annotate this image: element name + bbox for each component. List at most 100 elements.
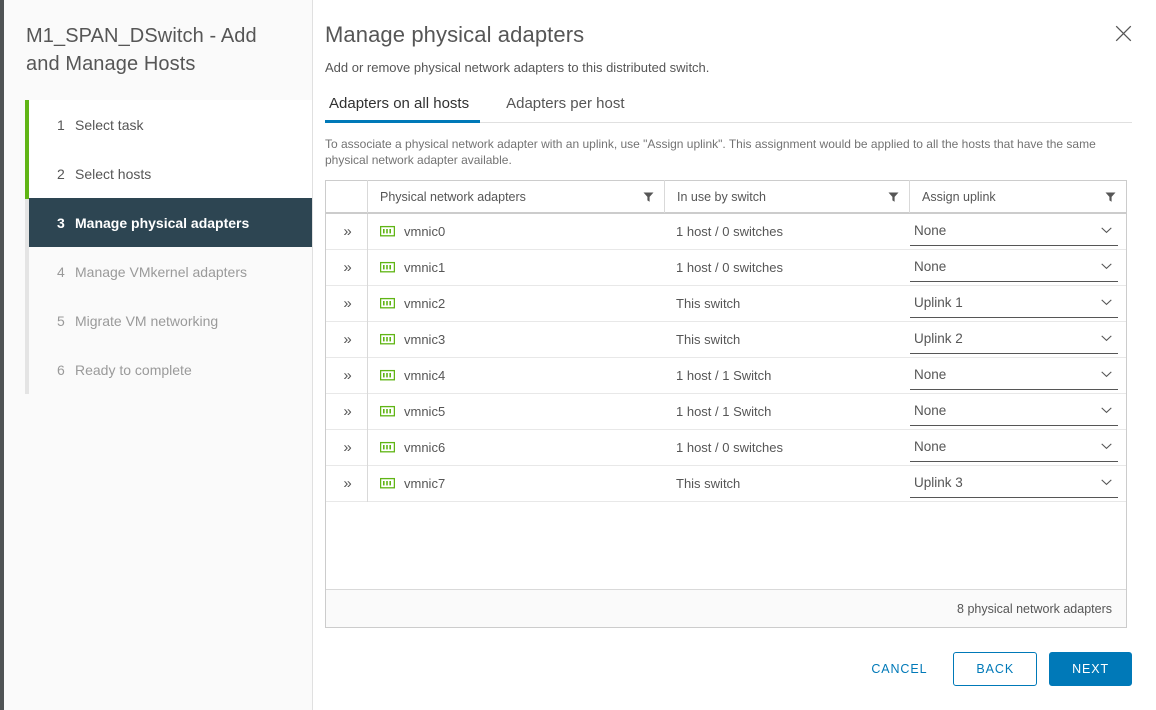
table-row[interactable]: » vmnic6 1 host / 0 switches None — [326, 429, 1128, 466]
table-body: » vmnic0 1 host / 0 switches None » vmni… — [326, 213, 1128, 502]
wizard-actions: CANCEL BACK NEXT — [857, 652, 1132, 686]
expand-row-icon[interactable]: » — [326, 322, 367, 358]
step-number: 4 — [57, 263, 65, 280]
uplink-select[interactable]: Uplink 1 — [910, 290, 1118, 318]
sidebar-step-manage-vmkernel-adapters[interactable]: 4 Manage VMkernel adapters — [29, 247, 312, 296]
expand-row-icon[interactable]: » — [326, 430, 367, 466]
column-header-assign-uplink[interactable]: Assign uplink — [909, 180, 1126, 213]
cell-in-use-by-switch: This switch — [676, 476, 741, 491]
sidebar-step-ready-to-complete[interactable]: 6 Ready to complete — [29, 345, 312, 394]
cell-assign-uplink: None — [909, 430, 1128, 466]
cell-assign-uplink: None — [909, 250, 1128, 286]
wizard-sidebar: M1_SPAN_DSwitch - Add and Manage Hosts 1… — [0, 0, 313, 710]
tab-adapters-per-host[interactable]: Adapters per host — [502, 91, 635, 123]
column-header-in-use-by-switch[interactable]: In use by switch — [664, 180, 909, 213]
panel-header: Manage physical adapters Add or remove p… — [325, 0, 1132, 75]
sidebar-step-migrate-vm-networking[interactable]: 5 Migrate VM networking — [29, 296, 312, 345]
sidebar-step-select-task[interactable]: 1 Select task — [29, 100, 312, 149]
uplink-value: Uplink 2 — [914, 330, 963, 346]
network-adapter-icon — [379, 297, 396, 310]
cell-adapter-name: vmnic5 — [367, 393, 664, 430]
expand-row-icon[interactable]: » — [326, 286, 367, 322]
chevron-down-icon — [1101, 262, 1112, 270]
table-row[interactable]: » vmnic0 1 host / 0 switches None — [326, 213, 1126, 250]
uplink-select[interactable]: Uplink 2 — [910, 326, 1118, 354]
uplink-select[interactable]: None — [910, 434, 1118, 462]
filter-icon[interactable] — [1105, 191, 1116, 202]
table-row[interactable]: » vmnic7 This switch Uplink 3 — [326, 465, 1128, 502]
cell-in-use-by-switch: 1 host / 0 switches — [676, 440, 783, 455]
chevron-down-icon — [1101, 370, 1112, 378]
uplink-select[interactable]: Uplink 3 — [910, 470, 1118, 498]
panel-subtitle: Add or remove physical network adapters … — [325, 60, 710, 75]
cell-adapter-name: vmnic7 — [367, 465, 664, 502]
uplink-select[interactable]: None — [910, 254, 1118, 282]
column-header-expand — [326, 180, 367, 213]
adapter-name: vmnic2 — [404, 296, 446, 311]
cell-assign-uplink: None — [909, 394, 1128, 430]
uplink-select[interactable]: None — [910, 398, 1118, 426]
step-label: Migrate VM networking — [75, 312, 219, 329]
cell-in-use-by-switch: 1 host / 0 switches — [676, 260, 783, 275]
cell-adapter-name: vmnic0 — [367, 213, 664, 250]
filter-icon[interactable] — [888, 191, 899, 202]
network-adapter-icon — [379, 441, 396, 454]
cell-assign-uplink: Uplink 1 — [909, 286, 1128, 322]
adapter-name: vmnic5 — [404, 404, 446, 419]
expand-row-icon[interactable]: » — [326, 394, 367, 430]
uplink-select[interactable]: None — [910, 362, 1118, 390]
sidebar-step-select-hosts[interactable]: 2 Select hosts — [29, 149, 312, 198]
panel-tabs: Adapters on all hosts Adapters per host — [325, 91, 1132, 123]
adapter-name: vmnic0 — [404, 224, 446, 239]
step-number: 5 — [57, 312, 65, 329]
next-button[interactable]: NEXT — [1049, 652, 1132, 686]
step-number: 1 — [57, 116, 65, 133]
tab-adapters-on-all-hosts[interactable]: Adapters on all hosts — [325, 91, 481, 123]
column-header-label: Physical network adapters — [380, 189, 526, 204]
cell-assign-uplink: Uplink 3 — [909, 466, 1128, 502]
cell-adapter-name: vmnic6 — [367, 429, 664, 466]
uplink-value: None — [914, 402, 947, 418]
cell-in-use-by-switch: This switch — [676, 332, 741, 347]
back-button[interactable]: BACK — [953, 652, 1038, 686]
filter-icon[interactable] — [643, 191, 654, 202]
sidebar-step-manage-physical-adapters[interactable]: 3 Manage physical adapters — [29, 198, 312, 247]
cell-adapter-name: vmnic4 — [367, 357, 664, 394]
step-label: Manage physical adapters — [75, 214, 250, 231]
uplink-value: Uplink 1 — [914, 294, 963, 310]
cell-in-use-by-switch: 1 host / 0 switches — [676, 224, 783, 239]
uplink-value: Uplink 3 — [914, 474, 963, 490]
chevron-down-icon — [1101, 442, 1112, 450]
expand-row-icon[interactable]: » — [326, 214, 367, 250]
assign-uplink-hint: To associate a physical network adapter … — [325, 137, 1096, 167]
cell-assign-uplink: None — [909, 358, 1128, 394]
uplink-select[interactable]: None — [910, 218, 1118, 246]
network-adapter-icon — [379, 333, 396, 346]
uplink-value: None — [914, 366, 947, 382]
step-label: Select hosts — [75, 165, 152, 182]
chevron-down-icon — [1101, 226, 1112, 234]
network-adapter-icon — [379, 261, 396, 274]
table-row[interactable]: » vmnic3 This switch Uplink 2 — [326, 321, 1126, 358]
cancel-button[interactable]: CANCEL — [857, 653, 941, 685]
table-row[interactable]: » vmnic4 1 host / 1 Switch None — [326, 357, 1128, 394]
adapter-name: vmnic1 — [404, 260, 446, 275]
table-row[interactable]: » vmnic2 This switch Uplink 1 — [326, 285, 1128, 322]
cell-adapter-name: vmnic1 — [367, 249, 664, 286]
expand-row-icon[interactable]: » — [326, 466, 367, 502]
column-header-label: In use by switch — [677, 189, 766, 204]
column-header-label: Assign uplink — [922, 189, 996, 204]
column-header-physical-network-adapters[interactable]: Physical network adapters — [367, 180, 664, 213]
chevron-down-icon — [1101, 478, 1112, 486]
cell-adapter-name: vmnic3 — [367, 321, 664, 358]
expand-row-icon[interactable]: » — [326, 358, 367, 394]
adapter-name: vmnic7 — [404, 476, 446, 491]
table-row[interactable]: » vmnic5 1 host / 1 Switch None — [326, 393, 1128, 430]
wizard-main-panel: Manage physical adapters Add or remove p… — [313, 0, 1156, 710]
close-icon[interactable] — [1108, 18, 1138, 48]
uplink-value: None — [914, 438, 947, 454]
expand-row-icon[interactable]: » — [326, 250, 367, 286]
step-number: 3 — [57, 214, 65, 231]
table-row[interactable]: » vmnic1 1 host / 0 switches None — [326, 249, 1128, 286]
wizard-title: M1_SPAN_DSwitch - Add and Manage Hosts — [26, 25, 257, 75]
